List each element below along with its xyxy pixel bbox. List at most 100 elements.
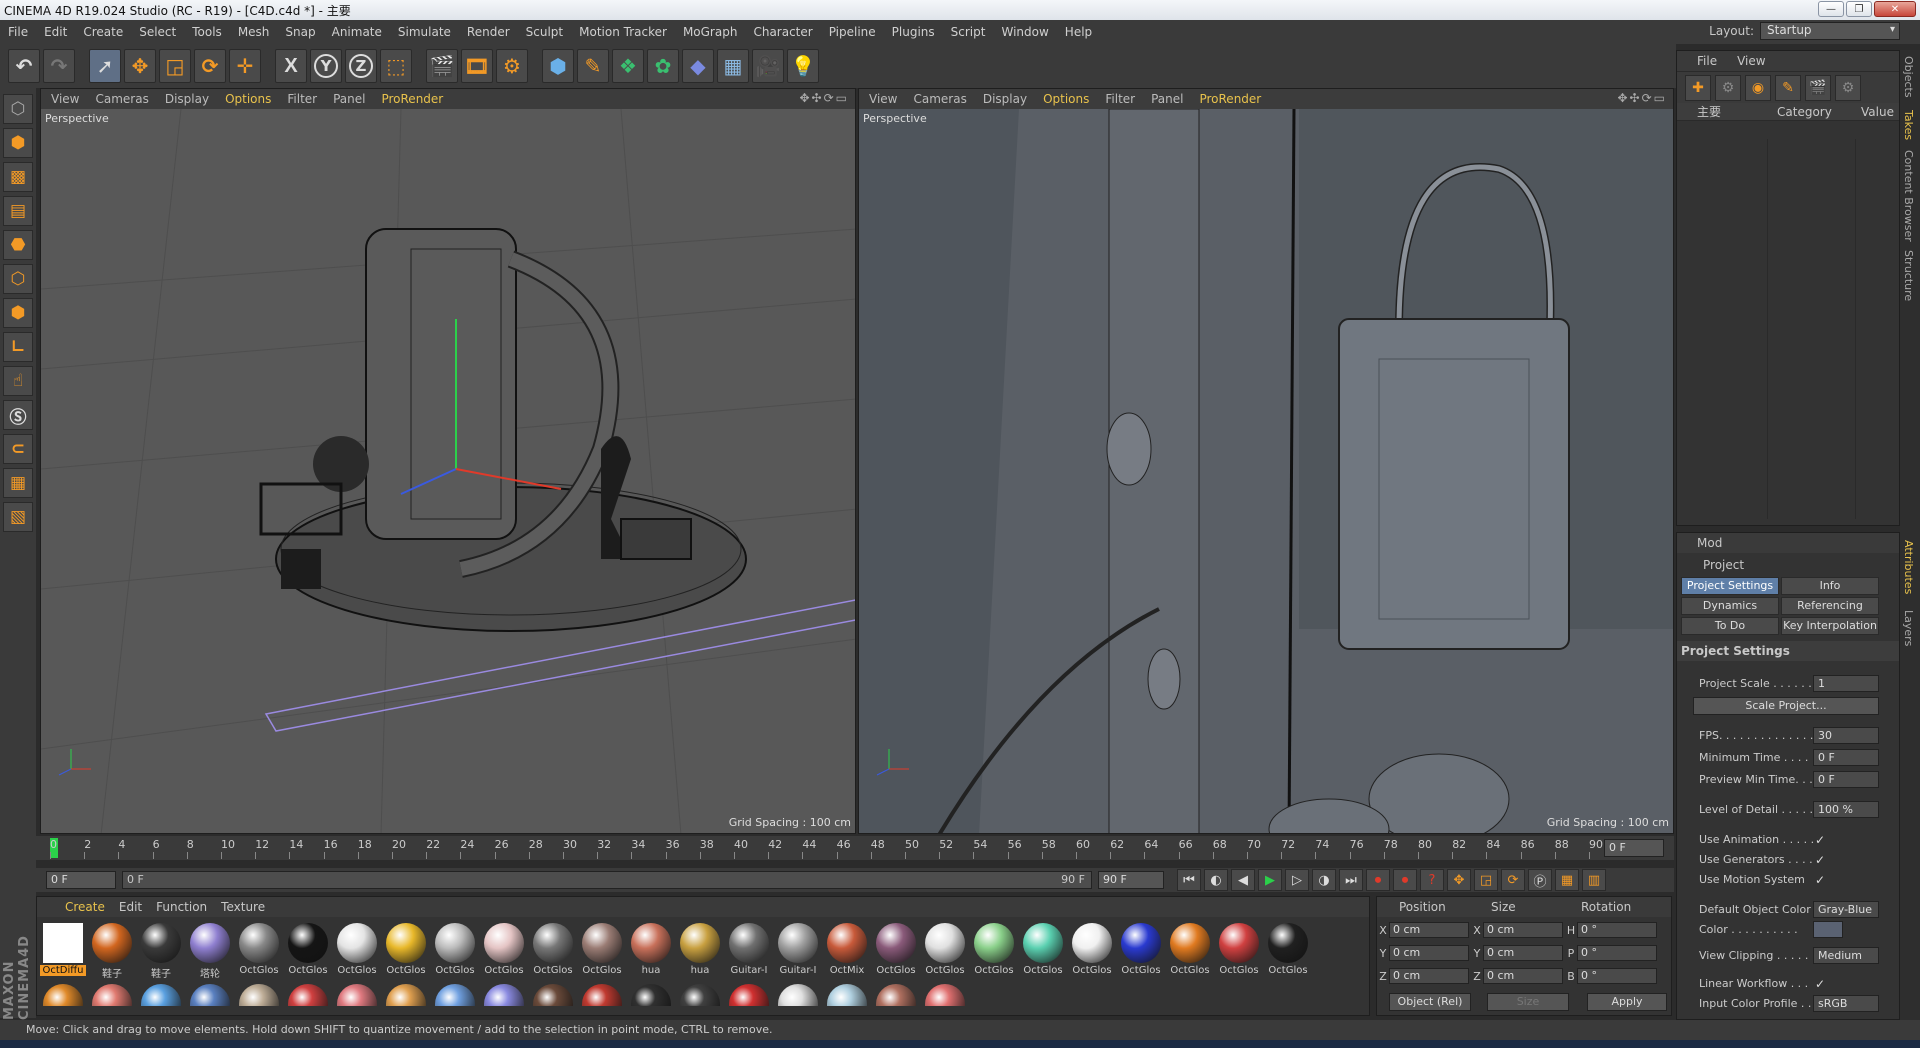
take-lock-icon[interactable]: ✎ (1775, 74, 1801, 101)
key-pla-icon[interactable]: ▦ (1555, 869, 1579, 891)
subdivision-icon[interactable]: ❖ (612, 49, 644, 83)
material-swatch[interactable]: OctGlos (531, 923, 575, 980)
current-frame-field[interactable]: 0 F (1604, 839, 1664, 857)
vp-menu-options[interactable]: Options (1043, 92, 1089, 106)
pen-spline-icon[interactable]: ✎ (577, 49, 609, 83)
key-scale-icon[interactable]: ◲ (1474, 869, 1498, 891)
material-swatch[interactable] (482, 984, 526, 1006)
material-swatch[interactable]: Guitar-I (727, 923, 771, 980)
record-icon[interactable]: ⏺ (1366, 869, 1390, 891)
viewport-right[interactable]: View Cameras Display Options Filter Pane… (858, 88, 1674, 834)
render-view-icon[interactable]: 🎬 (426, 49, 458, 83)
menu-motion-tracker[interactable]: Motion Tracker (571, 25, 675, 39)
color-swatch[interactable] (1813, 921, 1843, 938)
material-swatch[interactable]: OctGlos (286, 923, 330, 980)
points-mode-icon[interactable]: ⬣ (3, 230, 33, 260)
tab-to-do[interactable]: To Do (1681, 617, 1779, 635)
vp-menu-filter[interactable]: Filter (287, 92, 317, 106)
close-button[interactable]: ✕ (1874, 1, 1916, 17)
menu-plugins[interactable]: Plugins (884, 25, 943, 39)
material-swatch[interactable]: OctGlos (384, 923, 428, 980)
side-tab-takes[interactable]: Takes (1902, 110, 1915, 140)
default-color-dropdown[interactable]: Gray-Blue (1813, 901, 1879, 918)
z-axis-lock-button[interactable]: Z (345, 49, 377, 83)
material-swatch[interactable] (727, 984, 771, 1006)
vp-menu-view[interactable]: View (869, 92, 897, 106)
material-swatch[interactable]: OctGlos (1266, 923, 1310, 980)
material-swatch[interactable] (188, 984, 232, 1006)
layout-select[interactable]: Startup (1760, 22, 1900, 40)
material-swatch[interactable] (41, 984, 85, 1006)
vp-menu-cameras[interactable]: Cameras (913, 92, 966, 106)
side-tab-structure[interactable]: Structure (1902, 250, 1915, 301)
keyframe-selection-icon[interactable]: ? (1420, 869, 1444, 891)
next-key-icon[interactable]: ◑ (1312, 869, 1336, 891)
material-swatch[interactable] (384, 984, 428, 1006)
go-to-start-icon[interactable]: ⏮ (1177, 869, 1201, 891)
take-settings-icon[interactable]: ⚙ (1835, 74, 1861, 101)
menu-edit[interactable]: Edit (36, 25, 75, 39)
menu-mesh[interactable]: Mesh (230, 25, 278, 39)
size-z-field[interactable]: 0 cm (1483, 968, 1563, 984)
vp-menu-options[interactable]: Options (225, 92, 271, 106)
material-swatch[interactable] (629, 984, 673, 1006)
material-swatch[interactable] (286, 984, 330, 1006)
next-frame-icon[interactable]: ▷ (1285, 869, 1309, 891)
minimize-button[interactable]: — (1818, 1, 1844, 17)
material-swatch[interactable]: OctGlos (482, 923, 526, 980)
mat-menu-create[interactable]: Create (65, 900, 105, 914)
menu-snap[interactable]: Snap (277, 25, 323, 39)
axis-mode-icon[interactable]: ∟ (3, 332, 33, 362)
material-swatch[interactable]: OctGlos (923, 923, 967, 980)
mat-menu-texture[interactable]: Texture (221, 900, 265, 914)
material-swatch[interactable] (139, 984, 183, 1006)
vp-menu-prorender[interactable]: ProRender (381, 92, 443, 106)
material-swatch[interactable]: OctGlos (335, 923, 379, 980)
scale-tool-icon[interactable]: ◲ (159, 49, 191, 83)
input-profile-dropdown[interactable]: sRGB (1813, 995, 1879, 1012)
view-clipping-dropdown[interactable]: Medium (1813, 947, 1879, 964)
attr-mode-menu[interactable]: Mod (1697, 536, 1722, 550)
tweak-mode-icon[interactable]: ☝ (3, 366, 33, 396)
menu-character[interactable]: Character (745, 25, 820, 39)
viewport-left[interactable]: View Cameras Display Options Filter Pane… (40, 88, 856, 834)
grid-snap-icon[interactable]: ▧ (3, 502, 33, 532)
tab-key-interpolation[interactable]: Key Interpolation (1781, 617, 1879, 635)
obj-menu-file[interactable]: File (1697, 54, 1717, 68)
menu-render[interactable]: Render (459, 25, 518, 39)
material-swatch[interactable]: OctGlos (972, 923, 1016, 980)
menu-select[interactable]: Select (131, 25, 184, 39)
material-swatch[interactable] (776, 984, 820, 1006)
new-take-icon[interactable]: ✚ (1685, 74, 1711, 101)
material-swatch[interactable] (580, 984, 624, 1006)
material-swatch[interactable]: OctGlos (1119, 923, 1163, 980)
preview-min-field[interactable]: 0 F (1813, 771, 1879, 788)
workplane-icon[interactable]: ▤ (3, 196, 33, 226)
material-swatch[interactable]: OctGlos (1070, 923, 1114, 980)
material-swatch[interactable]: OctGlos (1217, 923, 1261, 980)
timeline-ruler[interactable]: 0 2 4 6 8 10 12 14 16 18 20 22 24 26 28 30 32 34 36 38 40 42 4… (36, 836, 1674, 860)
vp-menu-panel[interactable]: Panel (333, 92, 365, 106)
render-settings-icon[interactable]: ⚙ (496, 49, 528, 83)
polygons-mode-icon[interactable]: ⬢ (3, 298, 33, 328)
use-animation-checkbox[interactable]: ✓ (1815, 833, 1825, 847)
size-mode-dropdown[interactable]: Size (1487, 993, 1569, 1011)
vp-menu-display[interactable]: Display (983, 92, 1027, 106)
render-picture-viewer-icon[interactable]: 🎞 (461, 49, 493, 83)
mat-menu-function[interactable]: Function (156, 900, 207, 914)
solo-icon[interactable]: Ⓢ (3, 400, 33, 430)
camera-icon[interactable]: 🎥 (752, 49, 784, 83)
material-swatch[interactable] (923, 984, 967, 1006)
menu-tools[interactable]: Tools (184, 25, 230, 39)
vp-menu-panel[interactable]: Panel (1151, 92, 1183, 106)
vp-menu-cameras[interactable]: Cameras (95, 92, 148, 106)
timeline-icon[interactable]: ▥ (1582, 869, 1606, 891)
menu-simulate[interactable]: Simulate (390, 25, 459, 39)
menu-script[interactable]: Script (943, 25, 994, 39)
material-swatch[interactable]: Guitar-I (776, 923, 820, 980)
cloner-icon[interactable]: ✿ (647, 49, 679, 83)
obj-menu-view[interactable]: View (1737, 54, 1765, 68)
menu-file[interactable]: File (0, 25, 36, 39)
material-swatch[interactable]: OctGlos (433, 923, 477, 980)
rotation-b-field[interactable]: 0 ° (1577, 968, 1657, 984)
